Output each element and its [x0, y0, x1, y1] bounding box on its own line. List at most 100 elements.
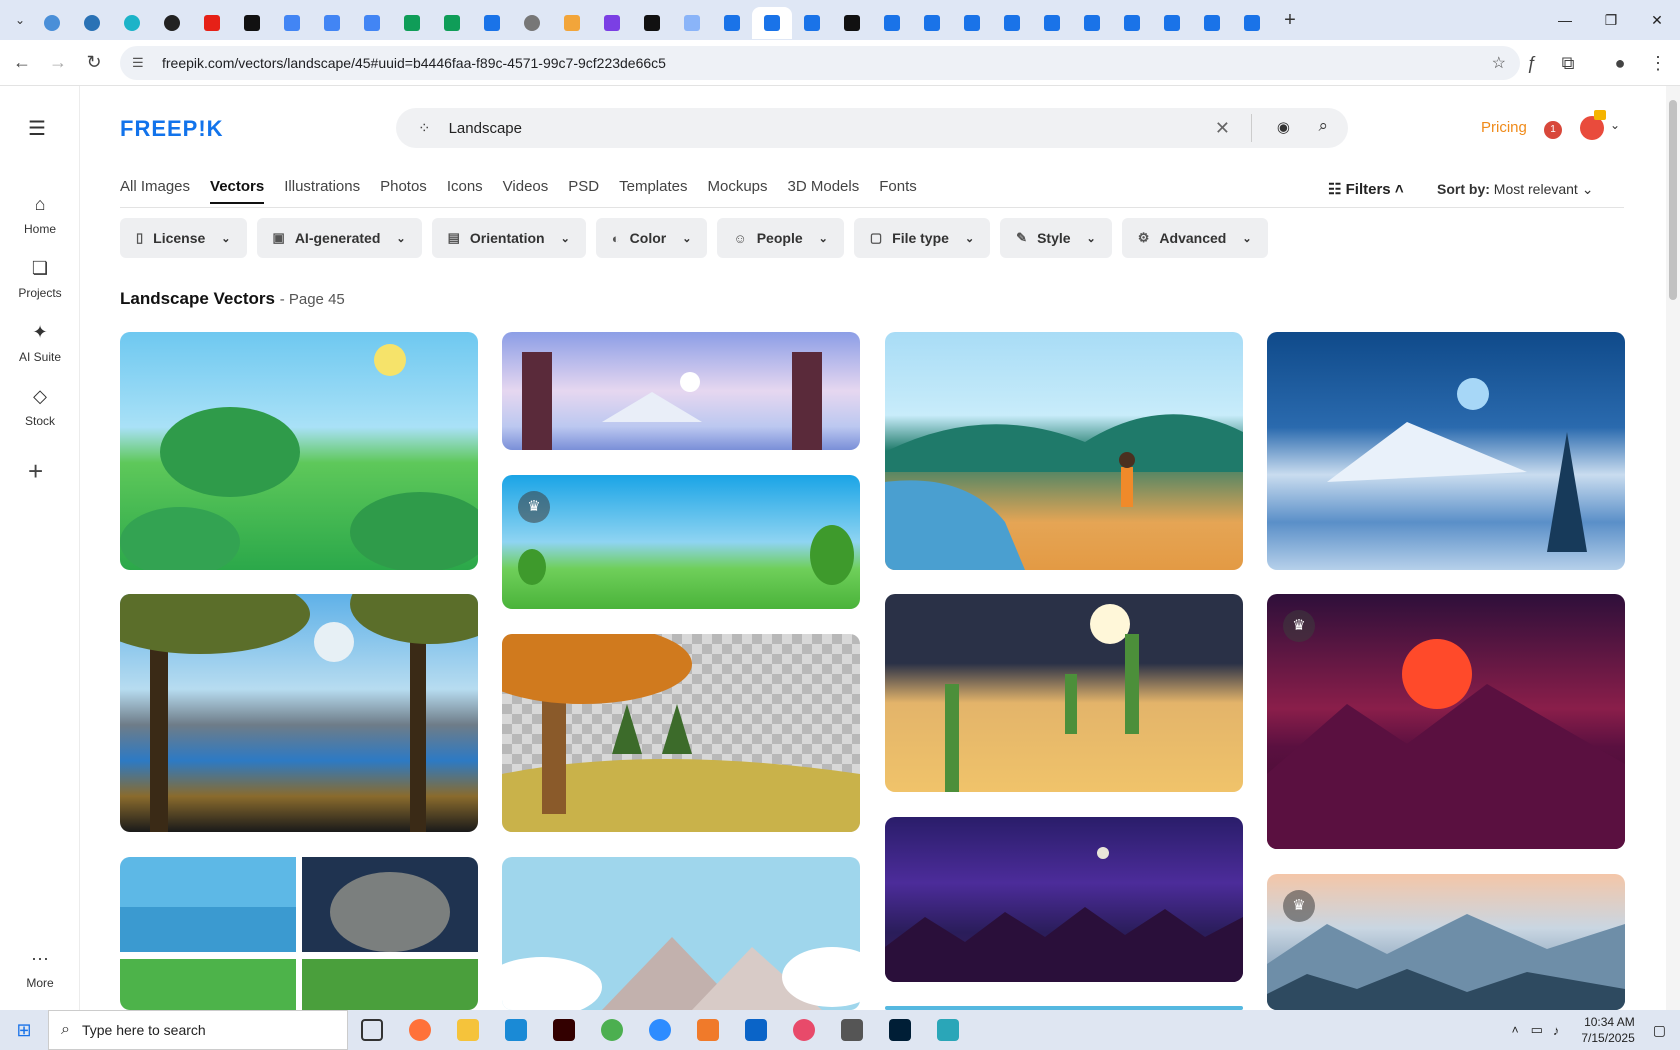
filter-style[interactable]: ✎ Style ⌄ — [1000, 218, 1112, 258]
sidebar-item-stock[interactable]: ◇ Stock — [0, 386, 80, 428]
browser-menu-icon[interactable]: ⋮ — [1642, 47, 1674, 79]
notifications-icon[interactable]: ▢ — [1653, 1022, 1666, 1039]
tab-photos[interactable]: Photos — [380, 178, 427, 204]
photoshop-icon[interactable] — [876, 1010, 924, 1050]
pen-tool-icon[interactable] — [828, 1010, 876, 1050]
chevron-down-icon[interactable]: ⌄ — [1610, 118, 1620, 132]
pricing-link[interactable]: Pricing — [1481, 119, 1527, 136]
browser-tab[interactable] — [1232, 7, 1272, 39]
outlook-icon[interactable] — [732, 1010, 780, 1050]
extensions-puzzle-icon[interactable]: ⧉ — [1552, 47, 1584, 79]
browser-tab[interactable] — [1072, 7, 1112, 39]
windows-start-icon[interactable]: ⊞ — [0, 1010, 48, 1050]
image-card[interactable] — [1267, 332, 1625, 570]
image-card[interactable] — [502, 634, 860, 832]
taskbar-search[interactable]: ⌕ Type here to search — [48, 1010, 348, 1050]
image-card[interactable]: ♛ — [1267, 874, 1625, 1010]
search-bar[interactable]: ⁘ Landscape ✕ ◉ ⌕ — [396, 108, 1348, 148]
browser-tab[interactable] — [392, 7, 432, 39]
sidebar-item-ai-suite[interactable]: ✦ AI Suite — [0, 322, 80, 364]
browser-tab[interactable] — [352, 7, 392, 39]
tab-vectors[interactable]: Vectors — [210, 178, 265, 204]
close-window-icon[interactable]: ✕ — [1632, 0, 1680, 40]
filter-color[interactable]: ◐ Color ⌄ — [595, 218, 708, 258]
tab-all-images[interactable]: All Images — [120, 178, 190, 204]
image-card[interactable]: ♛ — [1267, 594, 1625, 849]
chrome-icon[interactable] — [588, 1010, 636, 1050]
creative-cloud-icon[interactable] — [780, 1010, 828, 1050]
browser-tab[interactable] — [232, 7, 272, 39]
hamburger-menu-icon[interactable]: ☰ — [28, 116, 46, 141]
volume-icon[interactable]: ♪ — [1553, 1023, 1560, 1038]
clear-search-icon[interactable]: ✕ — [1215, 118, 1230, 139]
tab-illustrations[interactable]: Illustrations — [284, 178, 360, 204]
sidebar-item-more[interactable]: ··· More — [0, 948, 80, 990]
browser-tab[interactable] — [592, 7, 632, 39]
freepik-logo[interactable]: FREEP!K — [120, 116, 224, 142]
illustrator-icon[interactable] — [540, 1010, 588, 1050]
filter-license[interactable]: ▯ License ⌄ — [120, 218, 247, 258]
filter-ai-generated[interactable]: ▣ AI-generated ⌄ — [256, 218, 422, 258]
tab-templates[interactable]: Templates — [619, 178, 687, 204]
browser-tab[interactable] — [632, 7, 672, 39]
image-card[interactable] — [885, 332, 1243, 570]
notification-badge[interactable]: 1 — [1544, 121, 1562, 139]
browser-tab[interactable] — [312, 7, 352, 39]
camera-icon[interactable]: ◉ — [1277, 118, 1290, 136]
browser-tab[interactable] — [192, 7, 232, 39]
tab-fonts[interactable]: Fonts — [879, 178, 917, 204]
tab-search-button[interactable]: ⌄ — [8, 8, 32, 32]
image-card[interactable] — [120, 594, 478, 832]
browser-tab[interactable] — [1032, 7, 1072, 39]
sidebar-item-home[interactable]: ⌂ Home — [0, 194, 80, 236]
file-explorer-icon[interactable] — [444, 1010, 492, 1050]
browser-tab[interactable] — [832, 7, 872, 39]
search-icon[interactable]: ⌕ — [1318, 116, 1328, 136]
task-view-icon[interactable] — [348, 1010, 396, 1050]
browser-tab[interactable] — [112, 7, 152, 39]
add-icon[interactable]: + — [28, 456, 43, 487]
browser-tab[interactable] — [472, 7, 512, 39]
restore-icon[interactable]: ❐ — [1586, 0, 1636, 40]
browser-tab[interactable] — [432, 7, 472, 39]
image-card[interactable] — [120, 332, 478, 570]
image-card[interactable]: ♛ — [502, 475, 860, 609]
sort-dropdown[interactable]: Sort by: Most relevant ⌄ — [1437, 181, 1593, 198]
browser-tab[interactable] — [712, 7, 752, 39]
app-icon[interactable] — [924, 1010, 972, 1050]
url-text[interactable]: freepik.com/vectors/landscape/45#uuid=b4… — [162, 55, 666, 71]
new-tab-button[interactable]: + — [1276, 6, 1304, 34]
tab-mockups[interactable]: Mockups — [707, 178, 767, 204]
image-card[interactable] — [502, 332, 860, 450]
search-input[interactable]: Landscape — [449, 120, 522, 137]
app-icon[interactable] — [684, 1010, 732, 1050]
filter-orientation[interactable]: ▤ Orientation ⌄ — [431, 218, 586, 258]
reload-icon[interactable]: ↻ — [78, 47, 110, 79]
network-icon[interactable]: ▭ — [1531, 1022, 1543, 1038]
sidebar-item-projects[interactable]: ❏ Projects — [0, 258, 80, 300]
site-info-icon[interactable]: ☰ — [132, 55, 152, 71]
filters-button[interactable]: ☷ Filters ˄ — [1328, 180, 1404, 198]
minimize-icon[interactable]: — — [1540, 0, 1590, 40]
forward-icon[interactable]: → — [42, 47, 74, 79]
browser-tab[interactable] — [672, 7, 712, 39]
browser-tab-active[interactable] — [752, 7, 792, 39]
browser-tab[interactable] — [912, 7, 952, 39]
tab-icons[interactable]: Icons — [447, 178, 483, 204]
browser-tab[interactable] — [1192, 7, 1232, 39]
page-scrollbar[interactable] — [1666, 86, 1680, 1010]
filter-people[interactable]: ☺ People ⌄ — [717, 218, 844, 258]
firefox-icon[interactable] — [396, 1010, 444, 1050]
image-card[interactable] — [502, 857, 860, 1010]
browser-tab[interactable] — [72, 7, 112, 39]
browser-tab[interactable] — [952, 7, 992, 39]
tab-psd[interactable]: PSD — [568, 178, 599, 204]
browser-tab[interactable] — [32, 7, 72, 39]
browser-tab[interactable] — [1112, 7, 1152, 39]
taskbar-search-text[interactable]: Type here to search — [82, 1022, 206, 1038]
image-card[interactable] — [120, 857, 478, 1010]
profile-icon[interactable]: ● — [1604, 47, 1636, 79]
filter-advanced[interactable]: ⚙ Advanced ⌄ — [1121, 218, 1268, 258]
zoom-icon[interactable] — [636, 1010, 684, 1050]
extension-icon[interactable]: ƒ — [1516, 47, 1548, 79]
